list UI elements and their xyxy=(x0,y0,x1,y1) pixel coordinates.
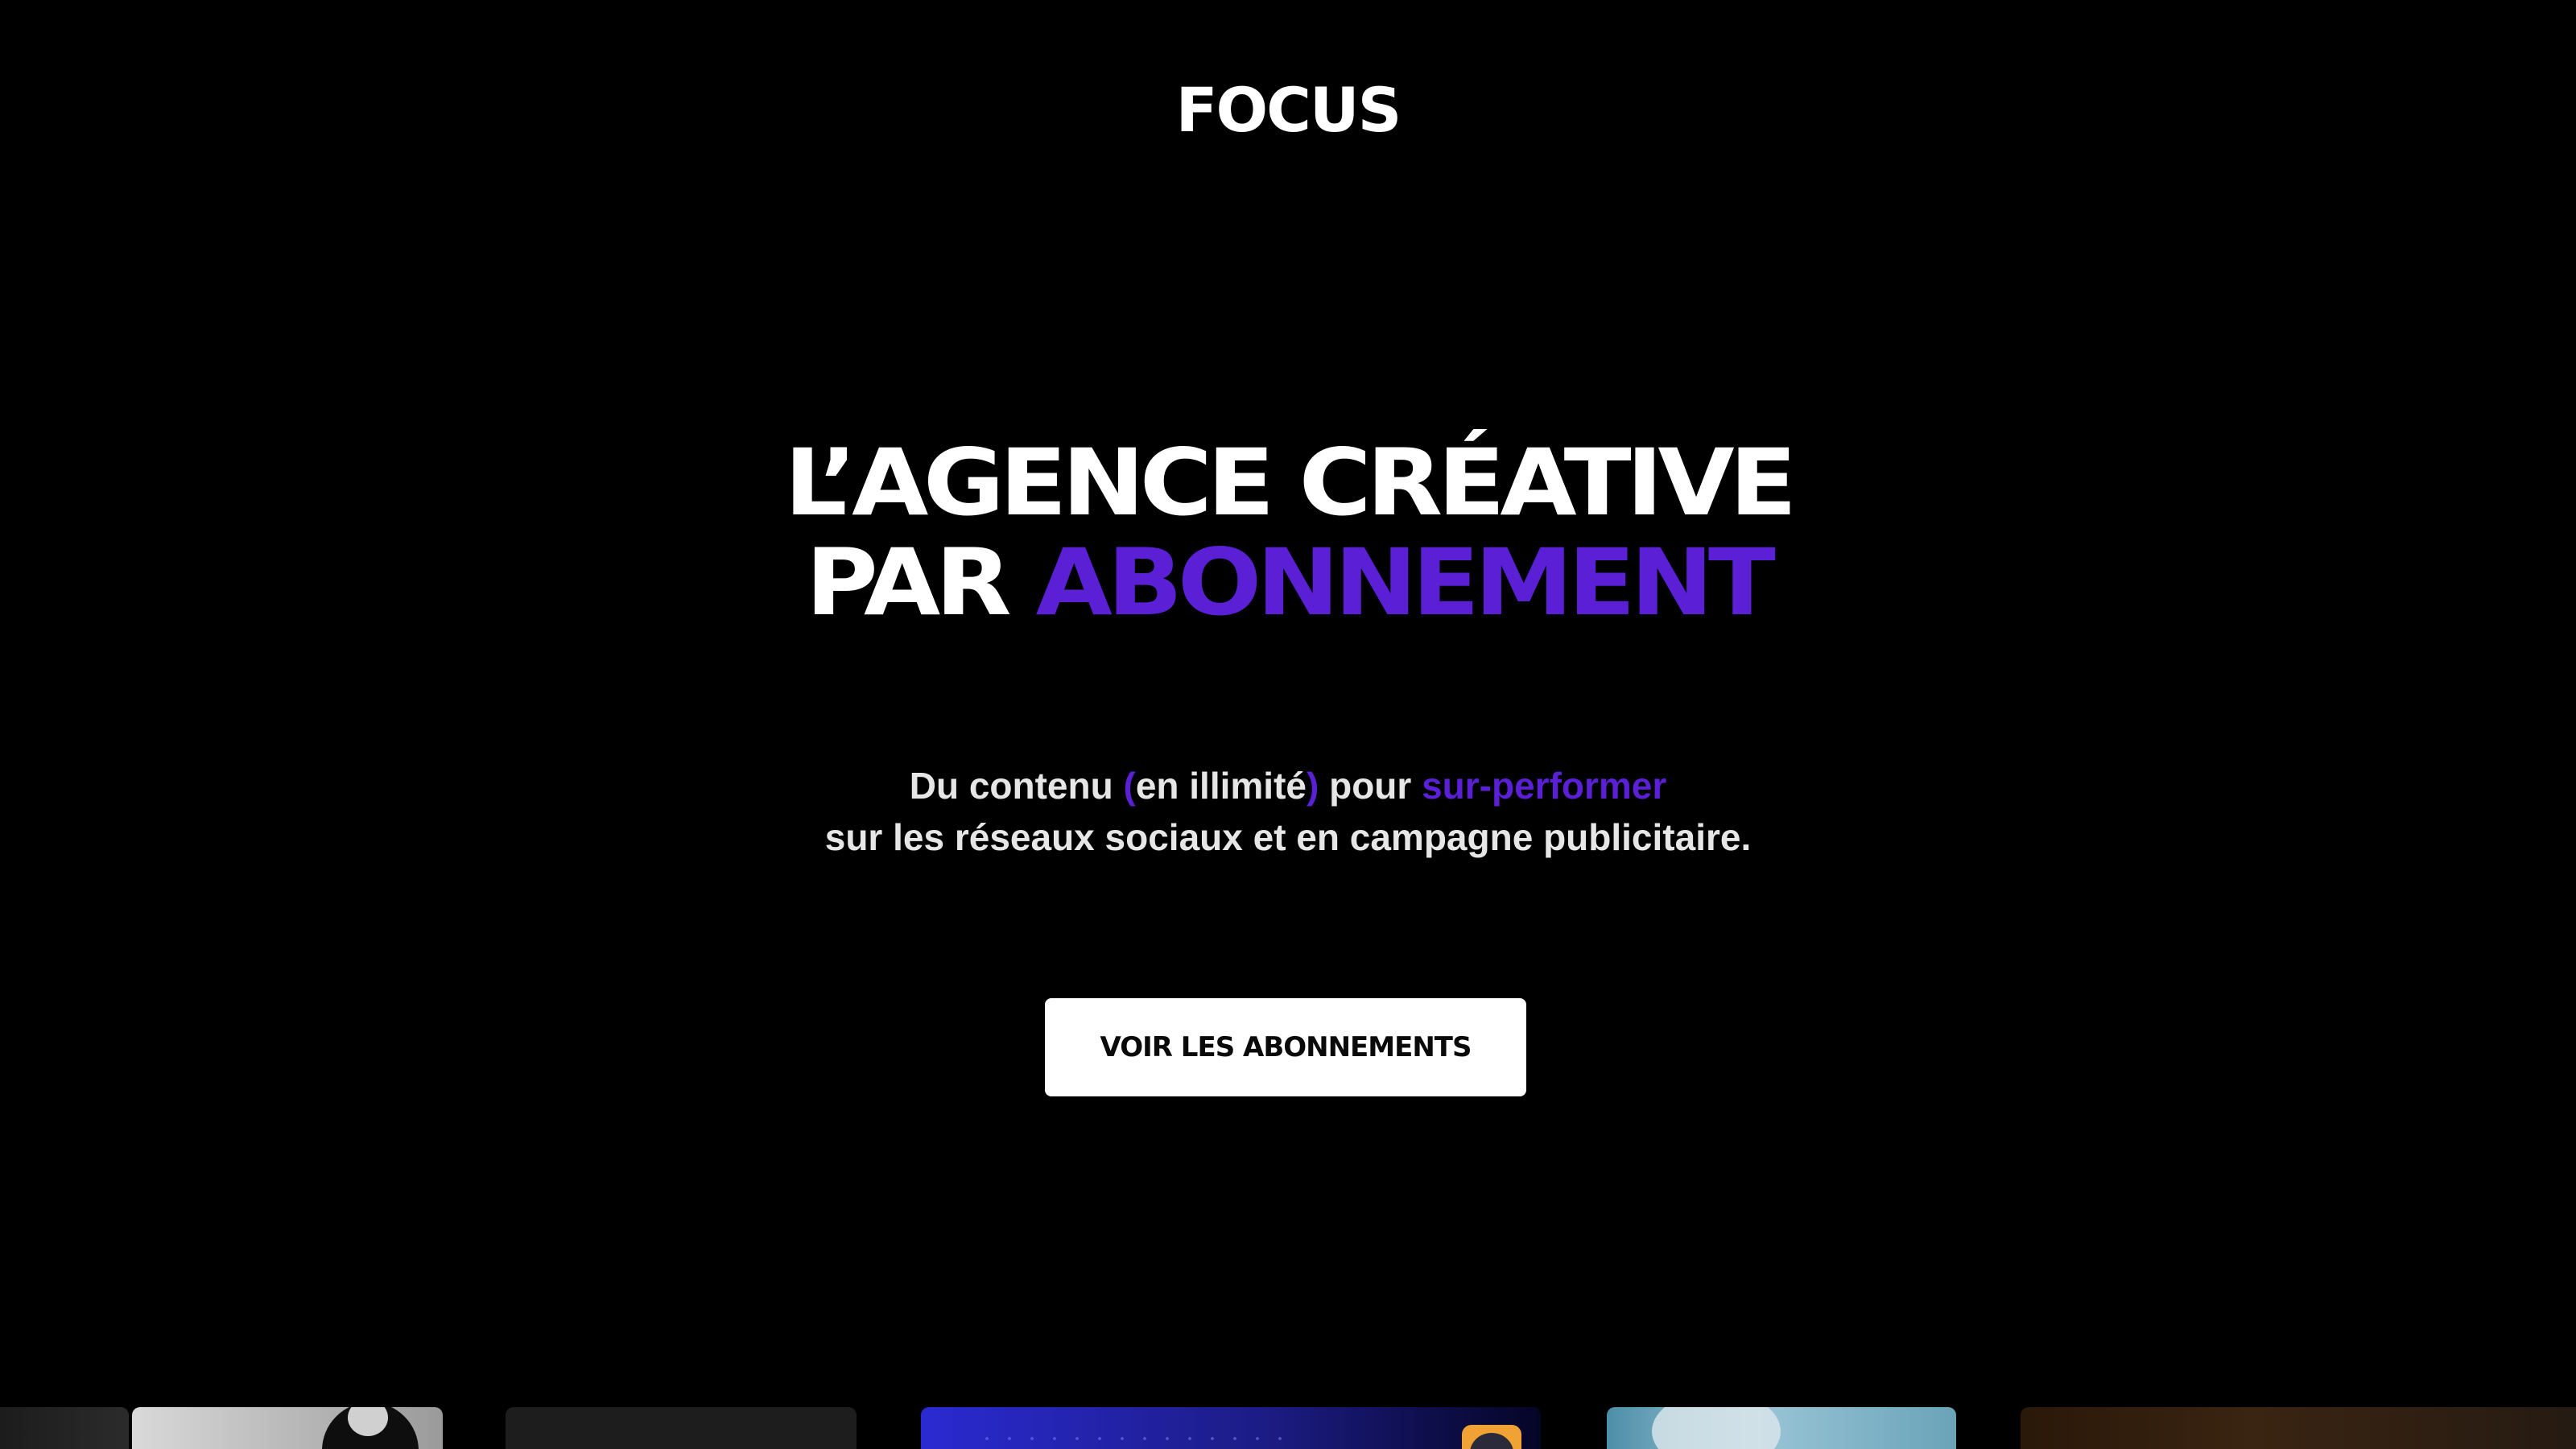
subtitle-paren-open: ( xyxy=(1123,765,1136,807)
subtitle-accent: sur-performer xyxy=(1422,765,1667,807)
portfolio-card-6[interactable] xyxy=(2021,1407,2576,1449)
subtitle-line-1: Du contenu (en illimité) pour sur-perfor… xyxy=(0,760,2576,811)
subtitle-line-2: sur les réseaux sociaux et en campagne p… xyxy=(824,816,1752,858)
brand-logo[interactable]: FOCUS xyxy=(0,74,2576,147)
headline-prefix: PAR xyxy=(805,529,1036,636)
hero-headline: L’AGENCE CRÉATIVE PAR ABONNEMENT xyxy=(0,433,2576,633)
headline-accent: ABONNEMENT xyxy=(1035,529,1776,636)
portfolio-card-3[interactable] xyxy=(506,1407,857,1449)
hero-subtitle: Du contenu (en illimité) pour sur-perfor… xyxy=(0,760,2576,863)
portfolio-strip xyxy=(0,1406,2576,1449)
headline-line-1: L’AGENCE CRÉATIVE xyxy=(784,429,1797,536)
card-graphic xyxy=(976,1436,1298,1441)
portfolio-card-5[interactable] xyxy=(1607,1407,1956,1449)
subtitle-part-2: pour xyxy=(1319,765,1422,807)
headline-line-2: PAR ABONNEMENT xyxy=(0,533,2576,633)
subtitle-paren-close: ) xyxy=(1306,765,1319,807)
subtitle-paren-text: en illimité xyxy=(1135,765,1307,807)
card-graphic xyxy=(1652,1407,1781,1449)
portfolio-card-2[interactable] xyxy=(132,1407,443,1449)
subtitle-part-1: Du contenu xyxy=(909,765,1124,807)
portfolio-card-4[interactable] xyxy=(921,1407,1541,1449)
view-subscriptions-button[interactable]: VOIR LES ABONNEMENTS xyxy=(1045,998,1526,1096)
portfolio-card-1[interactable] xyxy=(0,1407,129,1449)
